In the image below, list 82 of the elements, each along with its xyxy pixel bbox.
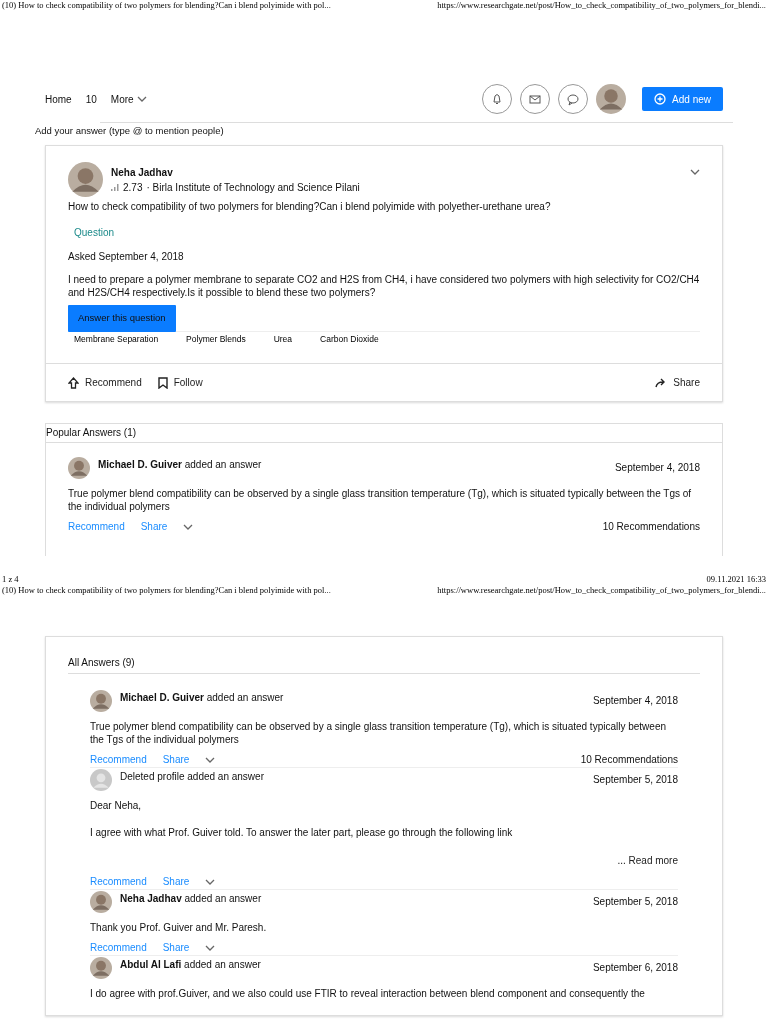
recommendation-count: 10 Recommendations xyxy=(580,753,678,768)
affiliation: · Birla Institute of Technology and Science Pilani xyxy=(146,180,360,195)
notification-count: 10 xyxy=(85,92,97,107)
author-name[interactable]: Michael D. Guiver xyxy=(120,692,204,704)
bell-button[interactable] xyxy=(482,84,513,114)
recommendation-count: 10 Recommendations xyxy=(602,520,700,535)
question-label: Question xyxy=(74,226,116,241)
section-heading: All Answers (9) xyxy=(68,655,700,675)
chevron-down-icon[interactable] xyxy=(205,943,216,952)
page-title: (10) How to check compatibility of two polymers for blending?Can i blend polyimide with pol... xyxy=(2,585,331,597)
answer-action: added an answer xyxy=(183,959,261,971)
avatar xyxy=(68,457,90,480)
recommend-link[interactable]: Recommend xyxy=(90,752,147,768)
nav-link[interactable]: Home xyxy=(45,91,72,107)
read-more-link[interactable]: Read more xyxy=(628,855,678,867)
bar-chart-icon xyxy=(111,183,119,192)
avatar[interactable] xyxy=(596,84,627,114)
page-title: (10) How to check compatibility of two polymers for blending?Can i blend polyimide with pol... xyxy=(2,0,331,11)
share-link[interactable]: Share xyxy=(162,752,190,768)
more-menu[interactable]: More xyxy=(110,91,147,107)
answer-text: Dear Neha, xyxy=(90,799,143,813)
author-name[interactable]: Neha Jadhav xyxy=(111,164,360,180)
answer-date: September 5, 2018 xyxy=(592,895,678,910)
answer-date: September 5, 2018 xyxy=(592,773,678,788)
author-name[interactable]: Michael D. Guiver xyxy=(98,459,182,471)
answer-action: added an answer xyxy=(205,692,284,704)
question-title: How to check compatibility of two polymers for blending?Can i blend polyimide with polyether-urethane urea? xyxy=(68,200,552,215)
answer-prompt: Add your answer (type @ to mention people) xyxy=(35,124,225,138)
print-datetime: 09.11.2021 16:33 xyxy=(706,574,766,586)
share-button[interactable]: Share xyxy=(655,375,700,391)
author-name[interactable]: Deleted profile xyxy=(120,771,185,783)
chevron-down-icon[interactable] xyxy=(205,755,216,764)
recommend-link[interactable]: Recommend xyxy=(90,874,147,890)
follow-button[interactable]: Follow xyxy=(157,375,203,391)
recommend-link[interactable]: Recommend xyxy=(90,940,147,956)
topic-tag[interactable]: Urea xyxy=(267,332,299,346)
recommend-link[interactable]: Recommend xyxy=(68,519,125,535)
mail-button[interactable] xyxy=(520,84,551,114)
avatar xyxy=(90,957,112,980)
chat-icon xyxy=(565,91,582,107)
chevron-down-icon[interactable] xyxy=(205,877,216,886)
answer-date: September 4, 2018 xyxy=(592,694,678,709)
answer-action: added an answer xyxy=(183,459,262,471)
page-number: 1 z 4 xyxy=(2,574,19,586)
body-link[interactable]: respectively.Is xyxy=(132,287,196,299)
score: 2.73 xyxy=(123,180,143,195)
answer-text: True polymer blend compatibility can be observed by a single glass transition temperature (Tg), which is situated typically between the Tgs of the individual polymers xyxy=(68,487,693,514)
ellipsis: ... xyxy=(617,855,627,867)
chevron-down-icon xyxy=(136,95,147,103)
chevron-down-icon[interactable] xyxy=(690,168,700,177)
avatar xyxy=(90,690,112,713)
page-url: https://www.researchgate.net/post/How_to_check_compatibility_of_two_polymers_for_blendi... xyxy=(437,0,766,11)
answer-date: September 6, 2018 xyxy=(592,961,678,976)
plus-circle-icon xyxy=(654,93,667,105)
arrow-up-icon xyxy=(68,376,79,389)
answer-question-button[interactable]: Answer this question xyxy=(68,305,176,332)
share-link[interactable]: Share xyxy=(162,940,190,956)
chevron-down-icon[interactable] xyxy=(183,522,194,531)
answer-text: True polymer blend compatibility can be observed by a single glass transition temperature (Tg), which is situated typically between the Tgs of the individual polymers xyxy=(90,720,668,747)
chat-button[interactable] xyxy=(558,84,589,114)
question-body: I need to prepare a polymer membrane to separate CO2 and H2S from CH4, i have considered two polymers with high selectivity for CO2/CH4 and H2S/CH4 respectively.Is it possible to blend these two polymers? xyxy=(68,273,700,300)
page-url: https://www.researchgate.net/post/How_to_check_compatibility_of_two_polymers_for_blendi... xyxy=(437,585,766,597)
answer-date: September 4, 2018 xyxy=(614,461,700,476)
author-name[interactable]: Abdul Al Lafi xyxy=(120,959,182,971)
answer-action: added an answer xyxy=(183,893,262,905)
author-name[interactable]: Neha Jadhav xyxy=(120,893,182,905)
answer-text: Thank you Prof. Guiver and Mr. Paresh. xyxy=(90,921,268,935)
avatar xyxy=(90,891,112,914)
section-heading: Popular Answers (1) xyxy=(46,424,722,444)
recommend-button[interactable]: Recommend xyxy=(68,375,142,391)
asked-date: Asked September 4, 2018 xyxy=(68,250,185,265)
share-link[interactable]: Share xyxy=(140,519,168,535)
topic-tag[interactable]: Carbon Dioxide xyxy=(314,332,385,346)
bookmark-icon xyxy=(157,376,168,389)
topic-tag[interactable]: Membrane Separation xyxy=(68,332,165,346)
answer-action: added an answer xyxy=(186,771,264,783)
add-new-button[interactable]: Add new xyxy=(642,87,723,111)
avatar xyxy=(68,162,103,198)
topic-tag[interactable]: Polymer Blends xyxy=(180,332,252,346)
answer-text: I do agree with prof.Guiver, and we also could use FTIR to reveal interaction between blend component and consequently the xyxy=(90,987,646,1001)
share-link[interactable]: Share xyxy=(162,874,190,890)
answer-text: I agree with what Prof. Guiver told. To answer the later part, please go through the following link xyxy=(90,826,514,840)
